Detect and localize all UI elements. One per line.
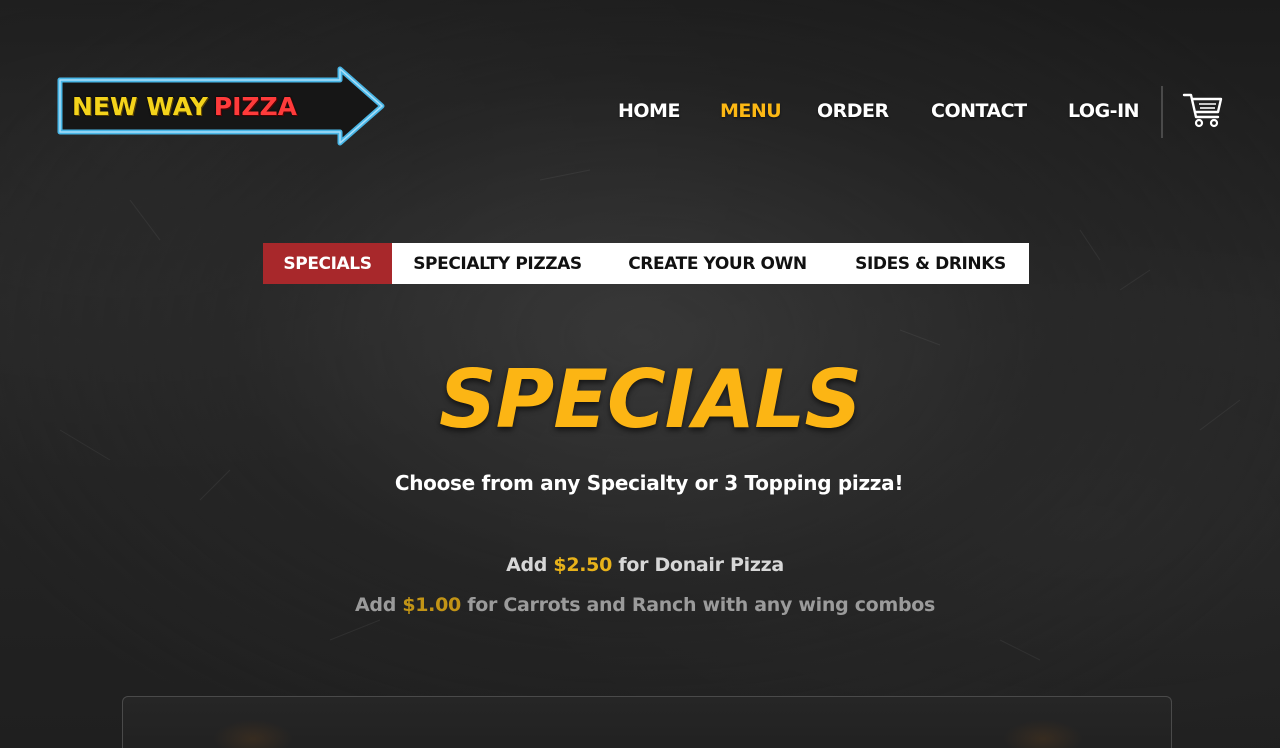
- logo-word-pizza: PIZZA: [213, 92, 298, 121]
- page-title: SPECIALS: [439, 353, 862, 446]
- cart-button[interactable]: [1182, 90, 1224, 130]
- tab-sides-and-drinks[interactable]: SIDES & DRINKS: [832, 243, 1029, 284]
- addon-line-carrots-ranch: Add $1.00 for Carrots and Ranch with any…: [0, 591, 1280, 619]
- shopping-cart-icon: [1182, 93, 1223, 128]
- addon-price: $2.50: [553, 554, 613, 576]
- pizza-image-placeholder: [1003, 719, 1083, 748]
- nav-home[interactable]: HOME: [618, 100, 680, 122]
- addon-price: $1.00: [402, 594, 461, 616]
- menu-category-tabs: SPECIALS SPECIALTY PIZZAS CREATE YOUR OW…: [263, 243, 1029, 284]
- page-subtitle: Choose from any Specialty or 3 Topping p…: [394, 471, 904, 495]
- logo[interactable]: NEW WAY PIZZA: [52, 66, 388, 148]
- addon-description: for Carrots and Ranch with any wing comb…: [467, 594, 936, 616]
- addon-line-donair: Add $2.50 for Donair Pizza: [0, 551, 1280, 579]
- nav-menu[interactable]: MENU: [720, 100, 782, 122]
- tab-specialty-pizzas[interactable]: SPECIALTY PIZZAS: [392, 243, 603, 284]
- logo-text: NEW WAY PIZZA: [72, 92, 297, 122]
- tab-specials[interactable]: SPECIALS: [263, 243, 392, 284]
- logo-word-new-way: NEW WAY: [72, 92, 208, 121]
- nav-contact[interactable]: CONTACT: [931, 100, 1027, 122]
- addon-prefix: Add: [354, 594, 396, 616]
- specials-card: [122, 696, 1172, 748]
- nav-order[interactable]: ORDER: [817, 100, 889, 122]
- nav-log-in[interactable]: LOG-IN: [1068, 100, 1140, 122]
- nav-divider: [1161, 86, 1163, 138]
- tab-create-your-own[interactable]: CREATE YOUR OWN: [603, 243, 832, 284]
- addon-prefix: Add: [506, 554, 548, 576]
- pizza-image-placeholder: [213, 719, 293, 748]
- addon-description: for Donair Pizza: [618, 554, 784, 576]
